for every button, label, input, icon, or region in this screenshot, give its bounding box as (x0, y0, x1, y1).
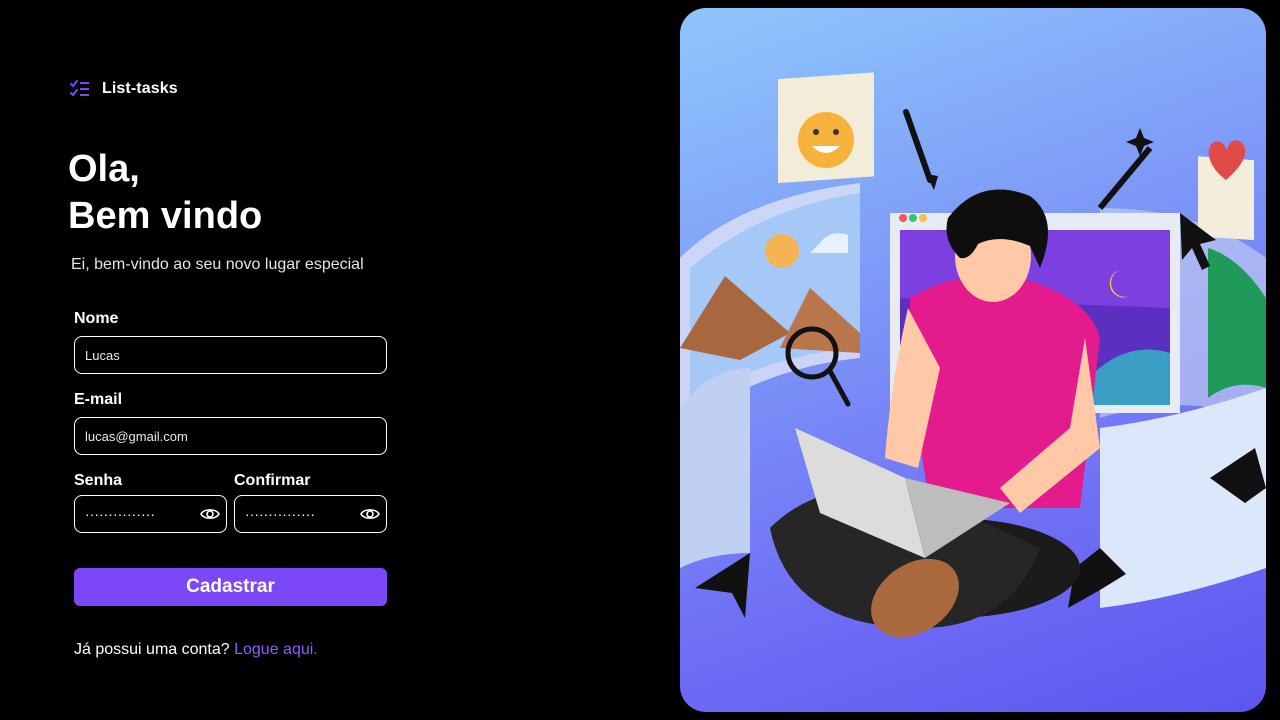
greeting-line-2: Bem vindo (68, 195, 263, 237)
email-input[interactable]: lucas@gmail.com (74, 417, 387, 455)
confirm-value: ··············· (245, 506, 315, 522)
name-label: Nome (74, 310, 119, 327)
name-value: Lucas (85, 347, 120, 363)
register-button[interactable]: Cadastrar (74, 568, 387, 606)
checklist-icon (70, 80, 89, 97)
eye-icon[interactable] (200, 506, 220, 522)
confirm-label: Confirmar (234, 472, 311, 489)
person-with-laptop-illustration (680, 72, 1266, 638)
password-input[interactable]: ··············· (74, 495, 227, 533)
login-prompt: Já possui uma conta? Logue aqui. (74, 641, 318, 659)
hero-illustration (680, 8, 1266, 712)
login-link[interactable]: Logue aqui. (234, 641, 318, 658)
password-label: Senha (74, 472, 123, 489)
password-value: ··············· (85, 506, 155, 522)
name-input[interactable]: Lucas (74, 336, 387, 374)
greeting-line-1: Ola, (68, 148, 140, 190)
page-title: Ola, Bem vindo (68, 146, 262, 240)
brand-name: List-tasks (102, 80, 178, 97)
email-label: E-mail (74, 391, 123, 408)
subtitle: Ei, bem-vindo ao seu novo lugar especial (71, 256, 364, 273)
login-prompt-text: Já possui uma conta? (74, 641, 230, 658)
email-value: lucas@gmail.com (85, 428, 188, 444)
eye-icon[interactable] (360, 506, 380, 522)
confirm-password-input[interactable]: ··············· (234, 495, 387, 533)
brand: List-tasks (70, 80, 178, 98)
